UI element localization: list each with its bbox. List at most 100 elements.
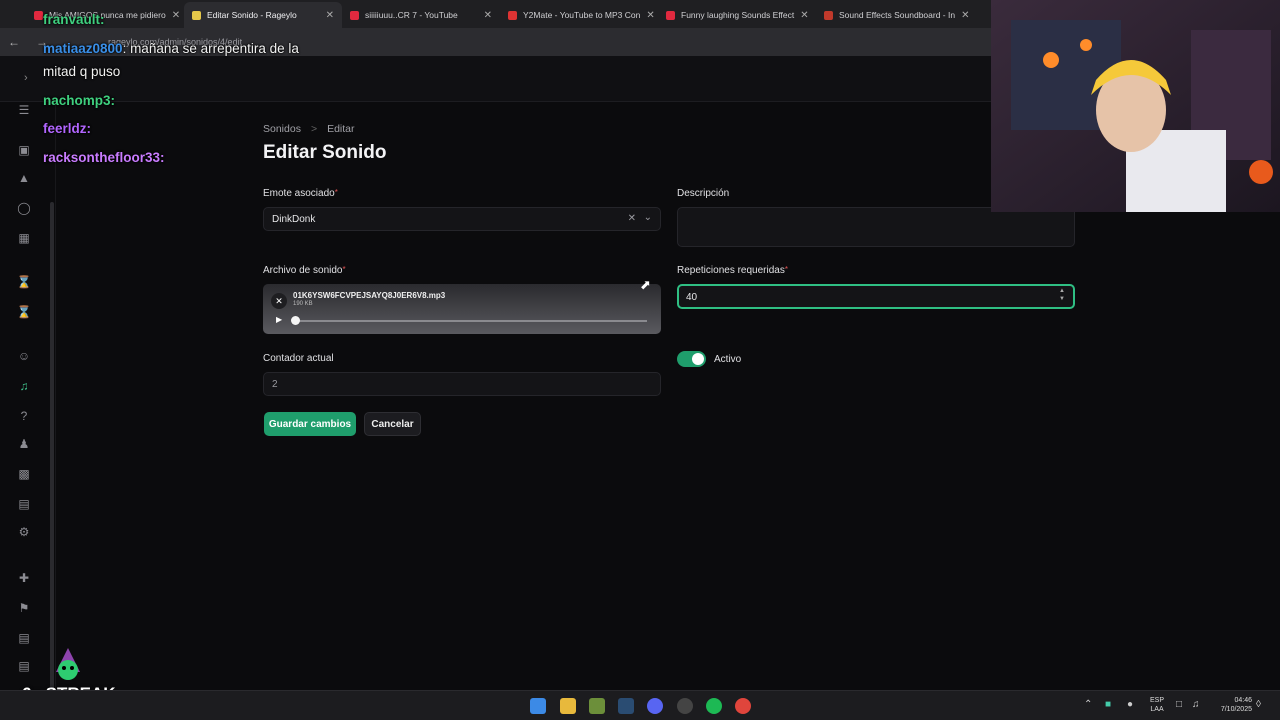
smiley-icon[interactable]: ☺	[16, 348, 32, 364]
spotify-icon[interactable]	[706, 698, 722, 714]
file-lock-icon[interactable]: ▤	[16, 658, 32, 674]
tab-close-icon[interactable]: ✕	[166, 10, 180, 21]
browser-tab[interactable]: Y2Mate - YouTube to MP3 Con ✕	[500, 2, 658, 28]
tab-close-icon[interactable]: ✕	[955, 10, 969, 21]
chat-text: : mañana se arrepentira de la	[122, 41, 299, 56]
obs-icon[interactable]	[677, 698, 693, 714]
emote-label: Emote asociado*	[263, 188, 338, 199]
tab-close-icon[interactable]: ✕	[320, 10, 334, 21]
tab-favicon-icon	[508, 10, 517, 20]
tab-favicon-icon	[34, 10, 43, 20]
clear-icon[interactable]: ✕	[628, 213, 636, 224]
active-toggle[interactable]	[677, 351, 706, 367]
browser-tab[interactable]: Editar Sonido - Rageylo ✕	[184, 2, 342, 28]
volume-icon[interactable]: ♫	[1192, 699, 1200, 710]
audio-progress-handle[interactable]	[291, 316, 300, 325]
chrome-icon[interactable]	[735, 698, 751, 714]
tray-chevron-icon[interactable]: ⌃	[1084, 699, 1092, 710]
chat-message: nachomp3:	[43, 93, 115, 108]
file-icon[interactable]: ▤	[16, 630, 32, 646]
users-icon[interactable]: ♟	[16, 436, 32, 452]
chat-message: feerldz:	[43, 121, 91, 136]
tab-label: Sound Effects Soundboard - In	[839, 10, 956, 20]
mouse-cursor-icon: ⬈	[640, 277, 651, 292]
windows-start-icon[interactable]	[530, 698, 546, 714]
cancel-button[interactable]: Cancelar	[364, 412, 421, 436]
sound-file-label: Archivo de sonido*	[263, 265, 346, 276]
clock[interactable]: 04:46 7/10/2025	[1212, 696, 1252, 714]
reps-label: Repeticiones requeridas*	[677, 265, 788, 276]
chat-message: racksonthefloor33:	[43, 150, 165, 165]
breadcrumb: Sonidos > Editar	[263, 123, 355, 135]
browser-tab[interactable]: Funny laughing Sounds Effect ✕	[658, 2, 816, 28]
document-icon[interactable]: ▤	[16, 496, 32, 512]
hourglass-icon[interactable]: ⌛	[16, 274, 32, 290]
sidebar-toggle-icon[interactable]: ›	[24, 72, 28, 84]
tab-label: siiiiiuuu..CR 7 - YouTube	[365, 10, 458, 20]
browser-tab[interactable]: siiiiiuuu..CR 7 - YouTube ✕	[342, 2, 500, 28]
chip-icon[interactable]: ▩	[16, 466, 32, 482]
stepper-icon[interactable]: ▲ ▼	[1059, 287, 1065, 303]
chat-username: feerldz:	[43, 121, 92, 136]
tab-close-icon[interactable]: ✕	[640, 10, 654, 21]
webcam-feed-image	[991, 0, 1280, 212]
language-indicator[interactable]: ESP LAA	[1150, 696, 1164, 714]
page-title: Editar Sonido	[263, 142, 387, 163]
chat-message: matiaaz0800: mañana se arrepentira de la	[43, 41, 299, 56]
save-button[interactable]: Guardar cambios	[264, 412, 356, 436]
mic-icon[interactable]: ●	[1127, 699, 1133, 710]
sound-filesize: 190 KB	[293, 301, 313, 307]
chat-message: franvault:	[43, 12, 105, 27]
layers-icon[interactable]: ☰	[16, 102, 32, 118]
tray-shield-icon[interactable]: ■	[1105, 699, 1111, 710]
audio-progress-track[interactable]	[293, 320, 647, 322]
user-circle-icon[interactable]: ◯	[16, 200, 32, 216]
chat-username: matiaaz0800	[43, 41, 123, 56]
description-textarea[interactable]	[677, 207, 1075, 247]
tab-favicon-icon	[350, 10, 359, 20]
chat-username: nachomp3:	[43, 93, 116, 108]
discord-icon[interactable]	[647, 698, 663, 714]
tab-label: Y2Mate - YouTube to MP3 Con	[523, 10, 641, 20]
webcam-overlay	[991, 0, 1280, 212]
counter-input-value: 2	[272, 379, 278, 390]
sidebar-scrollbar[interactable]	[50, 202, 54, 692]
question-icon[interactable]: ?	[16, 408, 32, 424]
counter-input[interactable]: 2	[263, 372, 661, 396]
notification-icon[interactable]: ◊	[1256, 699, 1261, 710]
academic-cap-icon[interactable]: ▲	[16, 170, 32, 186]
remove-file-icon[interactable]: ✕	[271, 293, 287, 309]
taskbar: ⌃ ■ ● ESP LAA □ ♫ 04:46 7/10/2025 ◊	[0, 690, 1280, 720]
reps-input[interactable]: 40 ▲ ▼	[677, 284, 1075, 309]
wizard-emote-icon	[46, 646, 92, 684]
tab-favicon-icon	[824, 10, 833, 20]
hourglass-icon-2[interactable]: ⌛	[16, 304, 32, 320]
grid-plus-icon[interactable]: ✚	[16, 570, 32, 586]
file-explorer-icon[interactable]	[560, 698, 576, 714]
tab-label: Funny laughing Sounds Effect	[681, 10, 795, 20]
minecraft-icon[interactable]	[589, 698, 605, 714]
steam-icon[interactable]	[618, 698, 634, 714]
sound-filename: 01K6YSW6FCVPEJSAYQ8J0ER6V8.mp3	[293, 291, 446, 300]
chat-username: franvault:	[43, 12, 105, 27]
chevron-down-icon[interactable]: ⌄	[644, 212, 652, 223]
tab-close-icon[interactable]: ✕	[794, 10, 808, 21]
description-label: Descripción	[677, 188, 730, 199]
breadcrumb-current: Editar	[327, 123, 355, 135]
music-note-icon[interactable]: ♫	[16, 378, 32, 394]
network-icon[interactable]: □	[1176, 699, 1182, 710]
tab-favicon-icon	[666, 10, 675, 20]
breadcrumb-separator: >	[310, 123, 318, 135]
play-icon[interactable]: ▶	[276, 315, 282, 324]
back-icon[interactable]: ←	[0, 35, 28, 49]
tag-icon[interactable]: ⚑	[16, 600, 32, 616]
emote-select-value: DinkDonk	[272, 214, 316, 225]
cards-icon[interactable]: ▦	[16, 230, 32, 246]
tab-close-icon[interactable]: ✕	[478, 10, 492, 21]
settings-icon[interactable]: ⚙	[16, 524, 32, 540]
browser-tab[interactable]: Sound Effects Soundboard - In ✕	[816, 2, 974, 28]
breadcrumb-sonidos-link[interactable]: Sonidos	[263, 123, 301, 135]
chat-text: mitad q puso	[43, 64, 121, 79]
emote-select[interactable]: DinkDonk ✕ ⌄	[263, 207, 661, 231]
inbox-icon[interactable]: ▣	[16, 142, 32, 158]
